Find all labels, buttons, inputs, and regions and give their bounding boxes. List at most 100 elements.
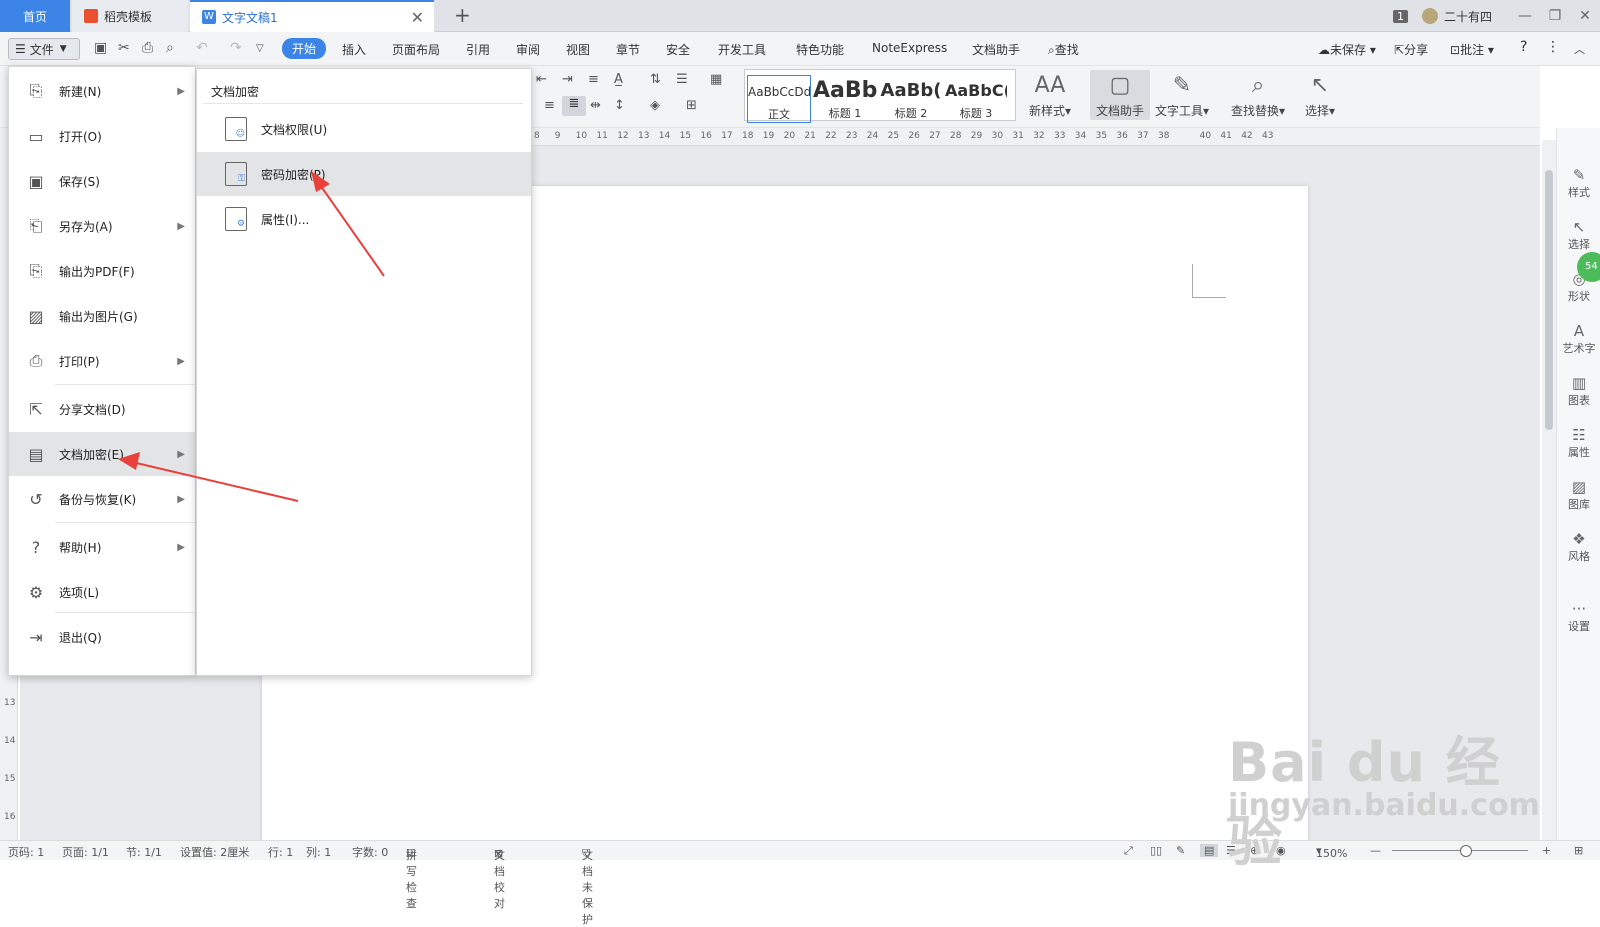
close-window-icon[interactable]: ✕ [1570,8,1600,24]
text-tools-button[interactable]: ✎ 文字工具▾ [1152,70,1212,119]
more-options-icon[interactable]: ⋮ [1546,39,1560,55]
minimize-icon[interactable]: — [1510,8,1540,24]
doc-assistant-button[interactable]: ▢ 文档助手 [1090,70,1150,120]
new-tab-icon[interactable]: + [454,3,471,27]
select-button[interactable]: ↖ 选择▾ [1290,70,1350,119]
menu-chapter[interactable]: 章节 [616,41,640,58]
save-icon[interactable]: ▣ [94,40,107,56]
distribute-icon[interactable]: ⇹ [590,98,601,113]
sidebar-item-settings[interactable]: ··· 设置 [1557,600,1600,634]
share-button[interactable]: ⇱分享 [1394,41,1428,58]
edit-mode-icon[interactable]: ✎ [1176,844,1185,857]
border-icon[interactable]: ⊞ [686,98,697,113]
menu-item-print[interactable]: ⎙ 打印(P) ▶ [9,339,195,383]
scrollbar-thumb[interactable] [1545,170,1553,430]
menu-item-share-doc[interactable]: ⇱ 分享文档(D) [9,387,195,431]
zoom-in-icon[interactable]: + [1542,844,1551,857]
menu-item-save[interactable]: ▣ 保存(S) [9,159,195,203]
menu-developer[interactable]: 开发工具 [718,41,766,58]
align-right-icon[interactable]: ≡ [544,98,555,113]
sidebar-item-gallery[interactable]: ▨ 图库 [1557,478,1600,512]
help-icon[interactable]: ? [1520,39,1527,55]
menu-item-help[interactable]: ? 帮助(H) ▶ [9,525,195,569]
collapse-ribbon-icon[interactable]: ︿ [1574,41,1585,57]
file-menu-button[interactable]: ☰ 文件 ▼ [8,38,80,60]
sidebar-item-properties[interactable]: ☷ 属性 [1557,426,1600,460]
sidebar-item-style[interactable]: ✎ 样式 [1557,166,1600,200]
shading-icon[interactable]: ◈ [650,98,660,113]
menu-page-layout[interactable]: 页面布局 [392,41,440,58]
style-heading-1[interactable]: AaBb 标题 1 [813,75,877,123]
sidebar-item-select[interactable]: ↖ 选择 [1557,218,1600,252]
indent-increase-icon[interactable]: ⇥ [562,72,573,87]
indent-icon[interactable]: ≡ [588,72,599,87]
status-page-no[interactable]: 页码: 1 [8,844,44,860]
indent-decrease-icon[interactable]: ⇤ [536,72,547,87]
green-badge[interactable]: 54 [1577,252,1600,282]
tab-document[interactable]: W 文字文稿1 ✕ [190,0,434,32]
sidebar-item-chart[interactable]: ▥ 图表 [1557,374,1600,408]
menu-features[interactable]: 特色功能 [796,41,844,58]
print-icon[interactable]: ⎙ [142,40,153,56]
sort-icon[interactable]: ⇅ [650,72,661,87]
text-style-icon[interactable]: A̲ [614,72,623,87]
new-style-button[interactable]: AA 新样式▾ [1020,70,1080,119]
line-spacing-icon[interactable]: ↕ [614,98,625,113]
menu-review[interactable]: 审阅 [516,41,540,58]
status-pages[interactable]: 页面: 1/1 [62,844,109,860]
print-preview-icon[interactable]: ⌕ [166,40,174,56]
fit-page-icon[interactable]: ⊞ [1574,844,1583,857]
style-normal[interactable]: AaBbCcDd 正文 [747,75,811,123]
menu-item-properties[interactable]: ⚙ 属性(I)... [197,197,531,241]
status-row[interactable]: 行: 1 [268,844,293,860]
menu-noteexpress[interactable]: NoteExpress [872,41,947,55]
menu-item-backup-restore[interactable]: ↺ 备份与恢复(K) ▶ [9,477,195,521]
status-section[interactable]: 节: 1/1 [126,844,162,860]
menu-item-save-as[interactable]: ⎗ 另存为(A) ▶ [9,204,195,248]
spacing-icon[interactable]: ☰ [676,72,688,87]
style-heading-2[interactable]: AaBb( 标题 2 [879,75,943,123]
find-replace-button[interactable]: ⌕ 查找替换▾ [1228,70,1288,119]
menu-reference[interactable]: 引用 [466,41,490,58]
table-grid-icon[interactable]: ▦ [710,72,722,87]
cut-icon[interactable]: ✂ [118,40,130,56]
more-quick-icon[interactable]: ▽ [256,43,264,54]
comment-button[interactable]: ⊡批注 ▾ [1450,41,1494,58]
unsaved-status[interactable]: ☁未保存 ▾ [1318,41,1376,58]
menu-insert[interactable]: 插入 [342,41,366,58]
user-name[interactable]: 二十有四 [1444,8,1492,25]
tab-home[interactable]: 首页 [0,0,70,32]
menu-item-doc-permission[interactable]: ☺ 文档权限(U) [197,107,531,151]
sidebar-item-theme[interactable]: ❖ 风格 [1557,530,1600,564]
redo-icon[interactable]: ↷ [230,40,242,56]
menu-view[interactable]: 视图 [566,41,590,58]
tab-daoke-template[interactable]: 稻壳模板 [72,0,188,32]
menu-item-exit[interactable]: ⇥ 退出(Q) [9,615,195,659]
menu-item-password-encrypt[interactable]: ⚿ 密码加密(P) [197,152,531,196]
align-justify-icon[interactable]: ≣ [562,96,586,116]
menu-item-export-image[interactable]: ▨ 输出为图片(G) [9,294,195,338]
menu-find[interactable]: ⌕查找 [1048,41,1079,58]
vertical-scrollbar[interactable] [1542,140,1556,840]
close-tab-icon[interactable]: ✕ [411,8,424,27]
menu-security[interactable]: 安全 [666,41,690,58]
menu-item-export-pdf[interactable]: ⎘ 输出为PDF(F) [9,249,195,293]
menu-start[interactable]: 开始 [282,38,327,59]
menu-item-doc-encrypt[interactable]: ▤ 文档加密(E) ▶ [9,432,195,476]
undo-icon[interactable]: ↶ [196,40,208,56]
read-mode-icon[interactable]: ▯▯ [1150,844,1162,857]
status-col[interactable]: 列: 1 [306,844,331,860]
fullscreen-icon[interactable]: ⤢ [1124,844,1133,858]
page-view-icon[interactable]: ▤ [1200,844,1219,857]
status-setting[interactable]: 设置值: 2厘米 [180,844,249,860]
sidebar-item-wordart[interactable]: A 艺术字 [1557,322,1600,356]
menu-item-open[interactable]: ▭ 打开(O) [9,114,195,158]
menu-item-new[interactable]: ⎘ 新建(N) ▶ [9,69,195,113]
new-style-icon: AA [1034,73,1066,98]
menu-doc-assistant[interactable]: 文档助手 [972,41,1020,58]
status-words[interactable]: 字数: 0 [352,844,388,860]
restore-icon[interactable]: ❐ [1540,8,1570,24]
menu-item-options[interactable]: ⚙ 选项(L) [9,570,195,614]
style-heading-3[interactable]: AaBbC( 标题 3 [945,75,1007,123]
avatar[interactable] [1421,8,1438,24]
